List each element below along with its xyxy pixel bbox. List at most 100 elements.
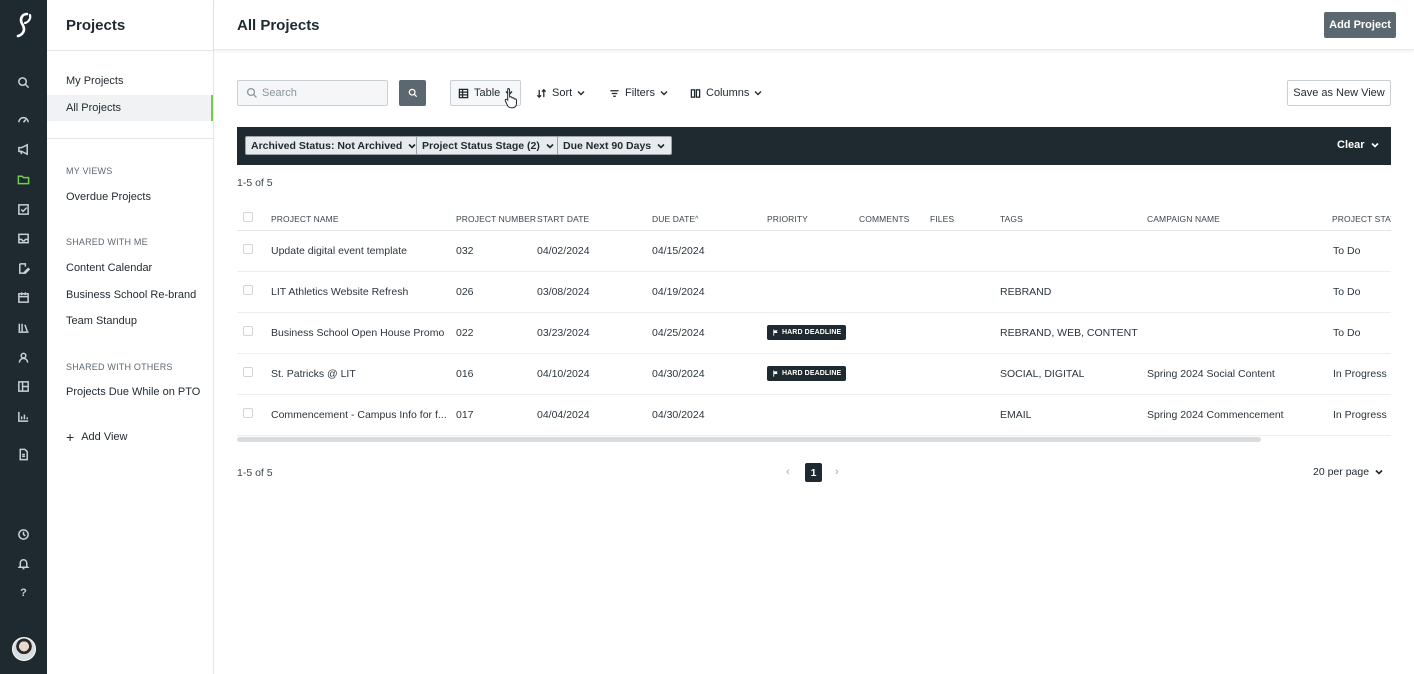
table-header: PROJECT NAME PROJECT NUMBER START DATE D… [237,205,1391,231]
add-project-button[interactable]: Add Project [1324,12,1396,38]
row-checkbox[interactable] [243,244,253,254]
table-row[interactable]: Business School Open House Promo 022 03/23… [237,313,1391,354]
search-icon [246,87,257,98]
folder-icon[interactable] [0,168,47,190]
add-view-button[interactable]: + Add View [66,430,127,444]
column-header-project-status[interactable]: PROJECT STATUS [1332,214,1391,224]
table-row[interactable]: Update digital event template 032 04/02/20… [237,231,1391,272]
document-icon[interactable] [0,443,47,465]
cell-tags: EMAIL [1000,409,1032,421]
cell-due-date: 04/19/2024 [652,286,705,298]
cell-project-name[interactable]: Update digital event template [271,245,407,257]
bell-icon[interactable] [0,552,47,574]
column-header-start-date[interactable]: START DATE [537,214,589,224]
avatar[interactable] [12,637,36,661]
chevron-down-icon [657,143,665,149]
columns-dropdown[interactable]: Columns [683,80,769,106]
clock-icon[interactable] [0,523,47,545]
page-header: All Projects Add Project [214,0,1414,50]
cell-project-number: 017 [456,409,474,421]
column-header-project-number[interactable]: PROJECT NUMBER [456,214,536,224]
column-header-priority[interactable]: PRIORITY [767,214,808,224]
row-checkbox[interactable] [243,408,253,418]
calendar-icon[interactable] [0,286,47,308]
select-all-checkbox[interactable] [243,212,253,222]
search-button[interactable] [399,80,426,106]
filter-chip-project-status-stage[interactable]: Project Status Stage (2) [416,136,561,155]
sidebar-item-content-calendar[interactable]: Content Calendar [47,255,213,281]
save-as-new-view-button[interactable]: Save as New View [1287,80,1391,106]
page-1-button[interactable]: 1 [805,463,822,482]
row-checkbox[interactable] [243,326,253,336]
dashboard-icon[interactable] [0,108,47,130]
filter-chip-due-next-90-days[interactable]: Due Next 90 Days [557,136,673,155]
clear-filters-button[interactable]: Clear [1337,139,1379,151]
cell-project-name[interactable]: St. Patricks @ LIT [271,368,356,380]
column-header-comments[interactable]: COMMENTS [859,214,909,224]
cell-due-date: 04/30/2024 [652,368,705,380]
mouse-pointer-icon [504,87,517,109]
column-header-campaign-name[interactable]: CAMPAIGN NAME [1147,214,1220,224]
row-checkbox[interactable] [243,285,253,295]
cell-start-date: 04/02/2024 [537,245,590,257]
chevron-down-icon [754,91,762,96]
table-row[interactable]: St. Patricks @ LIT 016 04/10/2024 04/30/202… [237,354,1391,395]
cell-project-number: 032 [456,245,474,257]
sidebar-item-overdue-projects[interactable]: Overdue Projects [47,184,213,210]
megaphone-icon[interactable] [0,138,47,160]
shared-with-me-heading: SHARED WITH ME [66,237,148,247]
sidebar-item-my-projects[interactable]: My Projects [47,68,213,94]
my-views-heading: MY VIEWS [66,166,113,176]
search-input[interactable] [237,80,388,106]
result-count: 1-5 of 5 [237,177,273,189]
sidebar-item-business-school-rebrand[interactable]: Business School Re-brand [47,282,213,308]
next-page-button[interactable]: › [835,466,839,478]
sort-icon [536,88,547,98]
inbox-icon[interactable] [0,227,47,249]
projects-sidebar: Projects My Projects All Projects MY VIE… [47,0,214,674]
shared-with-others-heading: SHARED WITH OTHERS [66,362,173,372]
row-checkbox[interactable] [243,367,253,377]
filters-dropdown[interactable]: Filters [602,80,675,106]
search-icon[interactable] [0,71,47,93]
chevron-down-icon [660,91,668,96]
edit-document-icon[interactable] [0,257,47,279]
layout-icon[interactable] [0,375,47,397]
column-header-due-date[interactable]: DUE DATE^ [652,214,699,224]
filter-chip-archived-status[interactable]: Archived Status: Not Archived [245,136,424,155]
chevron-down-icon [1375,469,1383,475]
help-glyph: ? [20,587,27,599]
due-date-header-label: DUE DATE [652,214,696,224]
table-row[interactable]: LIT Athletics Website Refresh 026 03/08/20… [237,272,1391,313]
priority-badge: HARD DEADLINE [767,325,847,340]
cell-project-name[interactable]: Commencement - Campus Info for f... [271,409,447,421]
table-row[interactable]: Commencement - Campus Info for f... 017 04… [237,395,1391,436]
horizontal-scrollbar[interactable] [237,437,1261,442]
cell-due-date: 04/15/2024 [652,245,705,257]
cell-project-status: To Do [1333,245,1361,257]
library-icon[interactable] [0,316,47,338]
cell-project-status: In Progress [1333,409,1387,421]
filter-chip-label: Due Next 90 Days [563,139,652,152]
cell-project-name[interactable]: LIT Athletics Website Refresh [271,286,408,298]
chart-icon[interactable] [0,405,47,427]
sidebar-item-projects-due-pto[interactable]: Projects Due While on PTO [47,379,213,405]
cell-project-number: 022 [456,327,474,339]
active-filters-bar: Archived Status: Not Archived Project St… [237,127,1391,165]
logo-icon[interactable] [0,0,47,50]
sidebar-item-team-standup[interactable]: Team Standup [47,308,213,334]
priority-label: HARD DEADLINE [782,329,842,336]
column-header-project-name[interactable]: PROJECT NAME [271,214,339,224]
task-check-icon[interactable] [0,198,47,220]
sidebar-item-all-projects[interactable]: All Projects [47,95,213,121]
user-icon[interactable] [0,346,47,368]
column-header-files[interactable]: FILES [930,214,954,224]
sort-label: Sort [552,87,573,99]
per-page-dropdown[interactable]: 20 per page [1313,466,1383,478]
column-header-tags[interactable]: TAGS [1000,214,1023,224]
help-icon[interactable]: ? [0,582,47,604]
cell-project-name[interactable]: Business School Open House Promo [271,327,444,339]
sort-dropdown[interactable]: Sort [529,80,592,106]
view-type-label: Table [474,87,501,99]
previous-page-button[interactable]: ‹ [786,466,790,478]
